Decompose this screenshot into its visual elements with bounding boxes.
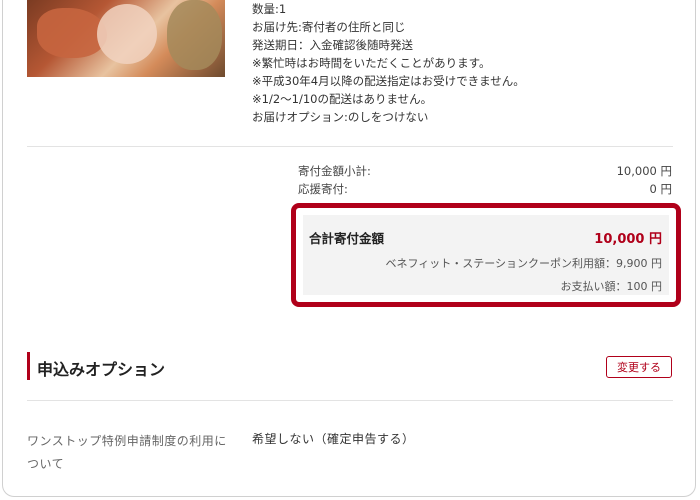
item-note: ※平成30年4月以降の配送指定はお受けできません。 (252, 74, 525, 88)
payment-amount: お支払い額：100 円 (560, 280, 663, 293)
item-delivery-option: お届けオプション:のしをつけない (252, 110, 429, 124)
section-accent-bar (27, 352, 30, 380)
total-amount: 10,000 円 (594, 232, 662, 247)
change-options-button[interactable]: 変更する (606, 356, 672, 378)
item-note: ※繁忙時はお時間をいただくことがあります。 (252, 56, 491, 70)
item-details: 数量:1 お届け先:寄付者の住所と同じ 発送期日：入金確認後随時発送 ※繁忙時は… (252, 0, 525, 126)
options-section-title: 申込みオプション (37, 360, 166, 379)
item-ship-date: 発送期日：入金確認後随時発送 (252, 38, 413, 52)
support-value: 0 円 (649, 182, 672, 196)
item-quantity: 数量:1 (252, 2, 287, 16)
product-image-fish (97, 4, 157, 64)
item-destination: お届け先:寄付者の住所と同じ (252, 20, 406, 34)
subtotal-value: 10,000 円 (616, 164, 672, 178)
product-image (27, 0, 225, 77)
item-note: ※1/2〜1/10の配送はありません。 (252, 92, 433, 106)
coupon-amount: ベネフィット・ステーションクーポン利用額：9,900 円 (385, 257, 662, 270)
onestop-label: ワンストップ特例申請制度の利用について (27, 434, 227, 471)
support-label: 応援寄付: (298, 182, 348, 196)
divider (27, 400, 673, 401)
total-panel: 合計寄付金額 10,000 円 ベネフィット・ステーションクーポン利用額：9,9… (303, 215, 669, 295)
divider (27, 146, 673, 147)
total-highlight-box: 合計寄付金額 10,000 円 ベネフィット・ステーションクーポン利用額：9,9… (291, 203, 681, 307)
support-row: 応援寄付: 0 円 (298, 181, 672, 197)
onestop-value: 希望しない（確定申告する） (252, 432, 415, 446)
subtotal-row: 寄付金額小計: 10,000 円 (298, 163, 672, 179)
subtotal-label: 寄付金額小計: (298, 164, 371, 178)
product-image-fish (167, 0, 222, 70)
total-title: 合計寄付金額 (309, 231, 385, 246)
